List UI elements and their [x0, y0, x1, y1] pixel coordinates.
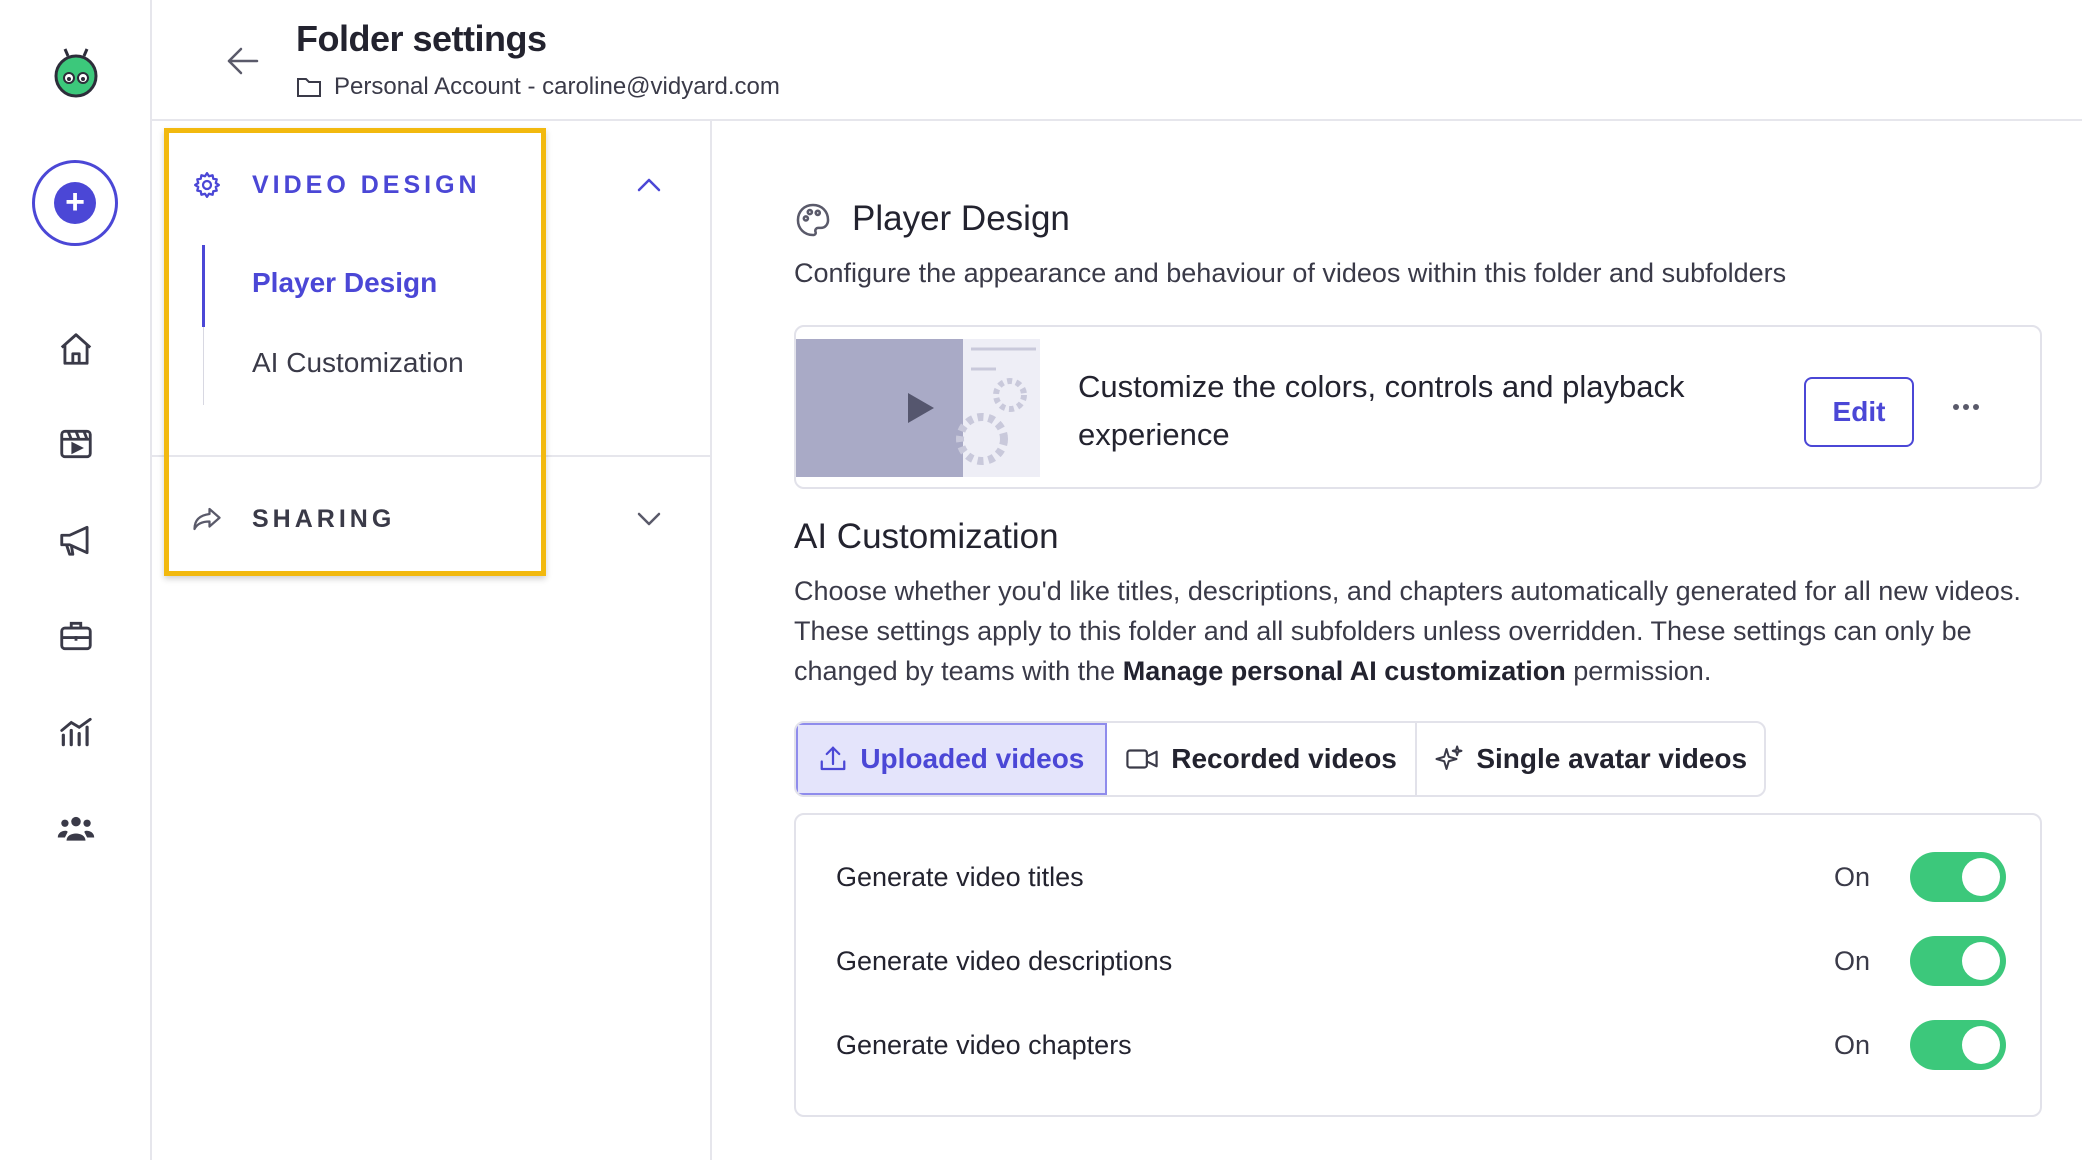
ai-customization-description: Choose whether you'd like titles, descri…: [794, 571, 2064, 691]
chevron-up-icon[interactable]: [636, 177, 662, 193]
setting-row-descriptions: Generate video descriptions On: [836, 935, 2006, 987]
arrow-left-icon: [227, 47, 259, 75]
edit-button[interactable]: Edit: [1804, 377, 1914, 447]
sparkle-icon: [1435, 745, 1463, 770]
video-type-tabs: Uploaded videos Recorded videos Single a…: [794, 721, 1766, 797]
share-icon: [193, 507, 221, 531]
tree-line: [203, 327, 204, 405]
tab-label: Recorded videos: [1171, 743, 1397, 774]
section-label: SHARING: [252, 504, 396, 533]
ai-customization-title: AI Customization: [794, 517, 1059, 556]
library-icon[interactable]: [52, 420, 100, 468]
settings-sidebar: VIDEO DESIGN Player Design AI Customizat…: [152, 121, 712, 1160]
team-icon[interactable]: [52, 804, 100, 852]
setting-label: Generate video descriptions: [836, 945, 1173, 976]
breadcrumb: Personal Account - caroline@vidyard.com: [334, 73, 780, 100]
create-icon: +: [54, 182, 96, 224]
setting-state: On: [1834, 945, 1871, 976]
main-content: Player Design Configure the appearance a…: [714, 121, 2082, 1160]
sidebar-item-ai-customization[interactable]: AI Customization: [252, 347, 464, 379]
tab-recorded-videos[interactable]: Recorded videos: [1107, 723, 1418, 795]
sidebar-item-player-design[interactable]: Player Design: [252, 267, 437, 299]
toggle-switch[interactable]: [1910, 852, 2006, 902]
description-text-end: permission.: [1565, 656, 1712, 686]
active-indicator: [202, 245, 205, 327]
setting-state: On: [1834, 1029, 1871, 1060]
section-video-design[interactable]: VIDEO DESIGN: [192, 155, 672, 215]
section-label: VIDEO DESIGN: [252, 170, 481, 199]
tab-uploaded-videos[interactable]: Uploaded videos: [796, 723, 1107, 795]
player-design-card-text: Customize the colors, controls and playb…: [1078, 369, 1685, 452]
toggle-switch[interactable]: [1910, 936, 2006, 986]
briefcase-icon[interactable]: [52, 612, 100, 660]
permission-name: Manage personal AI customization: [1122, 656, 1566, 686]
setting-label: Generate video titles: [836, 861, 1084, 892]
analytics-icon[interactable]: [52, 708, 100, 756]
setting-row-chapters: Generate video chapters On: [836, 1019, 2006, 1071]
home-icon[interactable]: [52, 325, 100, 373]
create-button[interactable]: +: [32, 160, 118, 246]
divider: [152, 455, 712, 457]
upload-icon: [820, 746, 846, 771]
page-header: Folder settings Personal Account - carol…: [152, 0, 2082, 121]
megaphone-icon[interactable]: [52, 516, 100, 564]
more-options-icon[interactable]: [1946, 387, 1986, 427]
player-design-card: Customize the colors, controls and playb…: [794, 325, 2042, 489]
tab-label: Uploaded videos: [860, 743, 1085, 774]
section-sharing[interactable]: SHARING: [192, 489, 672, 549]
gear-icon: [194, 172, 220, 198]
page-title: Folder settings: [296, 18, 547, 59]
setting-label: Generate video chapters: [836, 1029, 1132, 1060]
video-camera-icon: [1126, 749, 1158, 769]
setting-row-titles: Generate video titles On: [836, 851, 2006, 903]
setting-state: On: [1834, 861, 1871, 892]
player-thumbnail: [796, 339, 1040, 477]
folder-icon: [296, 76, 322, 98]
chevron-down-icon[interactable]: [636, 511, 662, 527]
ai-settings-panel: Generate video titles On Generate video …: [794, 813, 2042, 1117]
toggle-switch[interactable]: [1910, 1020, 2006, 1070]
vidyard-logo-icon[interactable]: [52, 48, 100, 98]
player-design-description: Configure the appearance and behaviour o…: [794, 258, 1787, 288]
palette-icon: [794, 201, 832, 239]
player-design-title: Player Design: [852, 199, 1070, 238]
back-button[interactable]: [220, 38, 266, 84]
tab-single-avatar-videos[interactable]: Single avatar videos: [1417, 723, 1764, 795]
main-nav: +: [0, 0, 152, 1160]
tab-label: Single avatar videos: [1476, 743, 1748, 774]
